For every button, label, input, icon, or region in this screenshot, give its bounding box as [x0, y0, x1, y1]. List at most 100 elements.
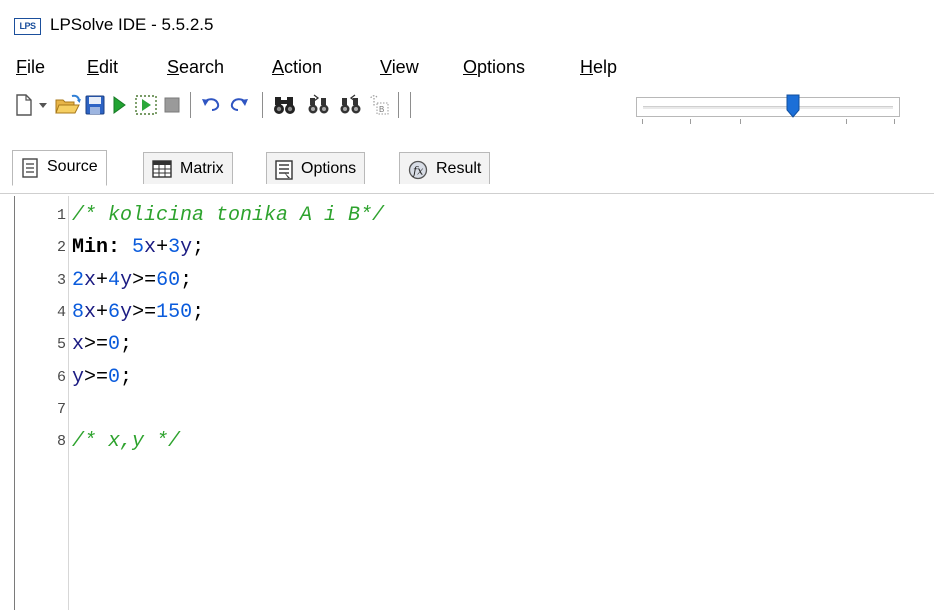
tab-options-label: Options [301, 160, 357, 177]
code-token: + [156, 236, 169, 260]
result-icon: fx [408, 160, 428, 180]
menu-options-mnemonic: O [463, 57, 478, 77]
menu-bar: File Edit Search Action View Options Hel… [0, 54, 934, 84]
code-token: + [96, 300, 109, 324]
code-token: 2 [72, 268, 85, 292]
dropdown-arrow-icon[interactable] [38, 94, 48, 116]
line-number: 5 [56, 336, 66, 354]
svg-text:fx: fx [412, 165, 424, 178]
menu-edit-label: dit [99, 57, 119, 77]
run-icon[interactable] [110, 94, 128, 116]
code-token: 5 [132, 236, 145, 260]
line-number: 2 [56, 239, 66, 257]
tab-source-label: Source [47, 158, 98, 175]
code-token: >= [84, 365, 109, 389]
code-token: + [96, 268, 109, 292]
code-token: 6 [108, 300, 121, 324]
code-line[interactable]: /* x,y */ [72, 430, 180, 453]
step-icon[interactable] [134, 94, 158, 116]
replace-icon[interactable] [338, 94, 364, 116]
redo-icon[interactable] [228, 94, 250, 116]
code-token: y [120, 300, 133, 324]
code-token: >= [84, 333, 109, 357]
undo-icon[interactable] [200, 94, 222, 116]
code-line[interactable]: 2x+4y>=60; [72, 269, 192, 292]
toolbar-separator [262, 92, 264, 118]
app-logo-icon: LPS [14, 18, 41, 35]
code-token: 3 [168, 236, 181, 260]
tab-options[interactable]: Options [266, 152, 366, 184]
toolbar-separator [410, 92, 412, 118]
menu-search[interactable]: Search [167, 57, 224, 78]
line-number: 7 [56, 400, 66, 418]
tab-matrix[interactable]: Matrix [143, 152, 233, 184]
title-bar: LPS LPSolve IDE - 5.5.2.5 [0, 0, 934, 48]
menu-search-label: earch [179, 57, 225, 77]
code-token: 0 [108, 365, 121, 389]
tab-source[interactable]: Source [12, 150, 107, 186]
code-token: >= [132, 300, 157, 324]
line-number: 1 [56, 207, 66, 224]
menu-file-mnemonic: F [16, 57, 27, 77]
slider-tick [740, 119, 741, 124]
code-token: /* x,y */ [72, 430, 181, 454]
menu-options[interactable]: Options [463, 57, 525, 78]
code-token: Min: [72, 236, 121, 260]
slider-tick [846, 119, 847, 124]
find-next-icon[interactable] [306, 94, 332, 116]
code-line[interactable]: x>=0; [72, 333, 132, 356]
line-number: 8 [56, 433, 66, 451]
menu-view[interactable]: View [380, 57, 419, 78]
code-token: 60 [156, 268, 181, 292]
code-line[interactable]: /* kolicina tonika A i B*/ [72, 204, 384, 227]
code-token: ; [192, 236, 205, 260]
document-icon [22, 158, 38, 178]
slider-thumb[interactable] [786, 94, 800, 118]
toolbar-separator [190, 92, 192, 118]
save-icon[interactable] [84, 94, 106, 116]
line-number: 3 [56, 271, 66, 289]
new-file-icon[interactable] [14, 94, 34, 116]
code-token: x [144, 236, 157, 260]
code-token: 150 [156, 300, 193, 324]
menu-action[interactable]: Action [272, 57, 322, 78]
menu-edit[interactable]: Edit [87, 57, 118, 78]
code-token: 4 [108, 268, 121, 292]
code-token: x [72, 333, 85, 357]
code-token: ; [120, 365, 133, 389]
code-line[interactable]: y>=0; [72, 366, 132, 389]
toolbar-separator [398, 92, 400, 118]
svg-text:B: B [379, 105, 384, 114]
menu-help[interactable]: Help [580, 57, 617, 78]
line-number: 4 [56, 303, 66, 321]
slider-tick [690, 119, 691, 124]
code-token: ; [120, 333, 133, 357]
editor-tabs: Source Matrix Options fx Result [0, 150, 934, 194]
menu-action-mnemonic: A [272, 57, 285, 77]
b-icon[interactable]: B [368, 94, 390, 116]
slider-groove [643, 106, 893, 109]
code-editor[interactable]: 12345678 /* kolicina tonika A i B*/Min: … [14, 196, 934, 610]
find-icon[interactable] [272, 94, 298, 116]
tab-matrix-label: Matrix [180, 160, 224, 177]
code-token: x [84, 300, 97, 324]
menu-file[interactable]: File [16, 57, 45, 78]
code-token: 0 [108, 333, 121, 357]
slider-track[interactable] [636, 97, 900, 117]
menu-file-label: ile [27, 57, 46, 77]
slider-tick [894, 119, 895, 124]
code-token: x [84, 268, 97, 292]
options-icon [275, 160, 293, 180]
slider-tick [642, 119, 643, 124]
menu-help-mnemonic: H [580, 57, 593, 77]
menu-help-label: elp [593, 57, 618, 77]
code-line[interactable]: 8x+6y>=150; [72, 301, 204, 324]
menu-view-label: iew [391, 57, 419, 77]
tab-result[interactable]: fx Result [399, 152, 491, 184]
code-token: y [72, 365, 85, 389]
open-folder-icon[interactable] [54, 94, 82, 116]
stop-icon[interactable] [162, 94, 182, 116]
code-line[interactable]: Min: 5x+3y; [72, 236, 204, 259]
menu-search-mnemonic: S [167, 57, 180, 77]
